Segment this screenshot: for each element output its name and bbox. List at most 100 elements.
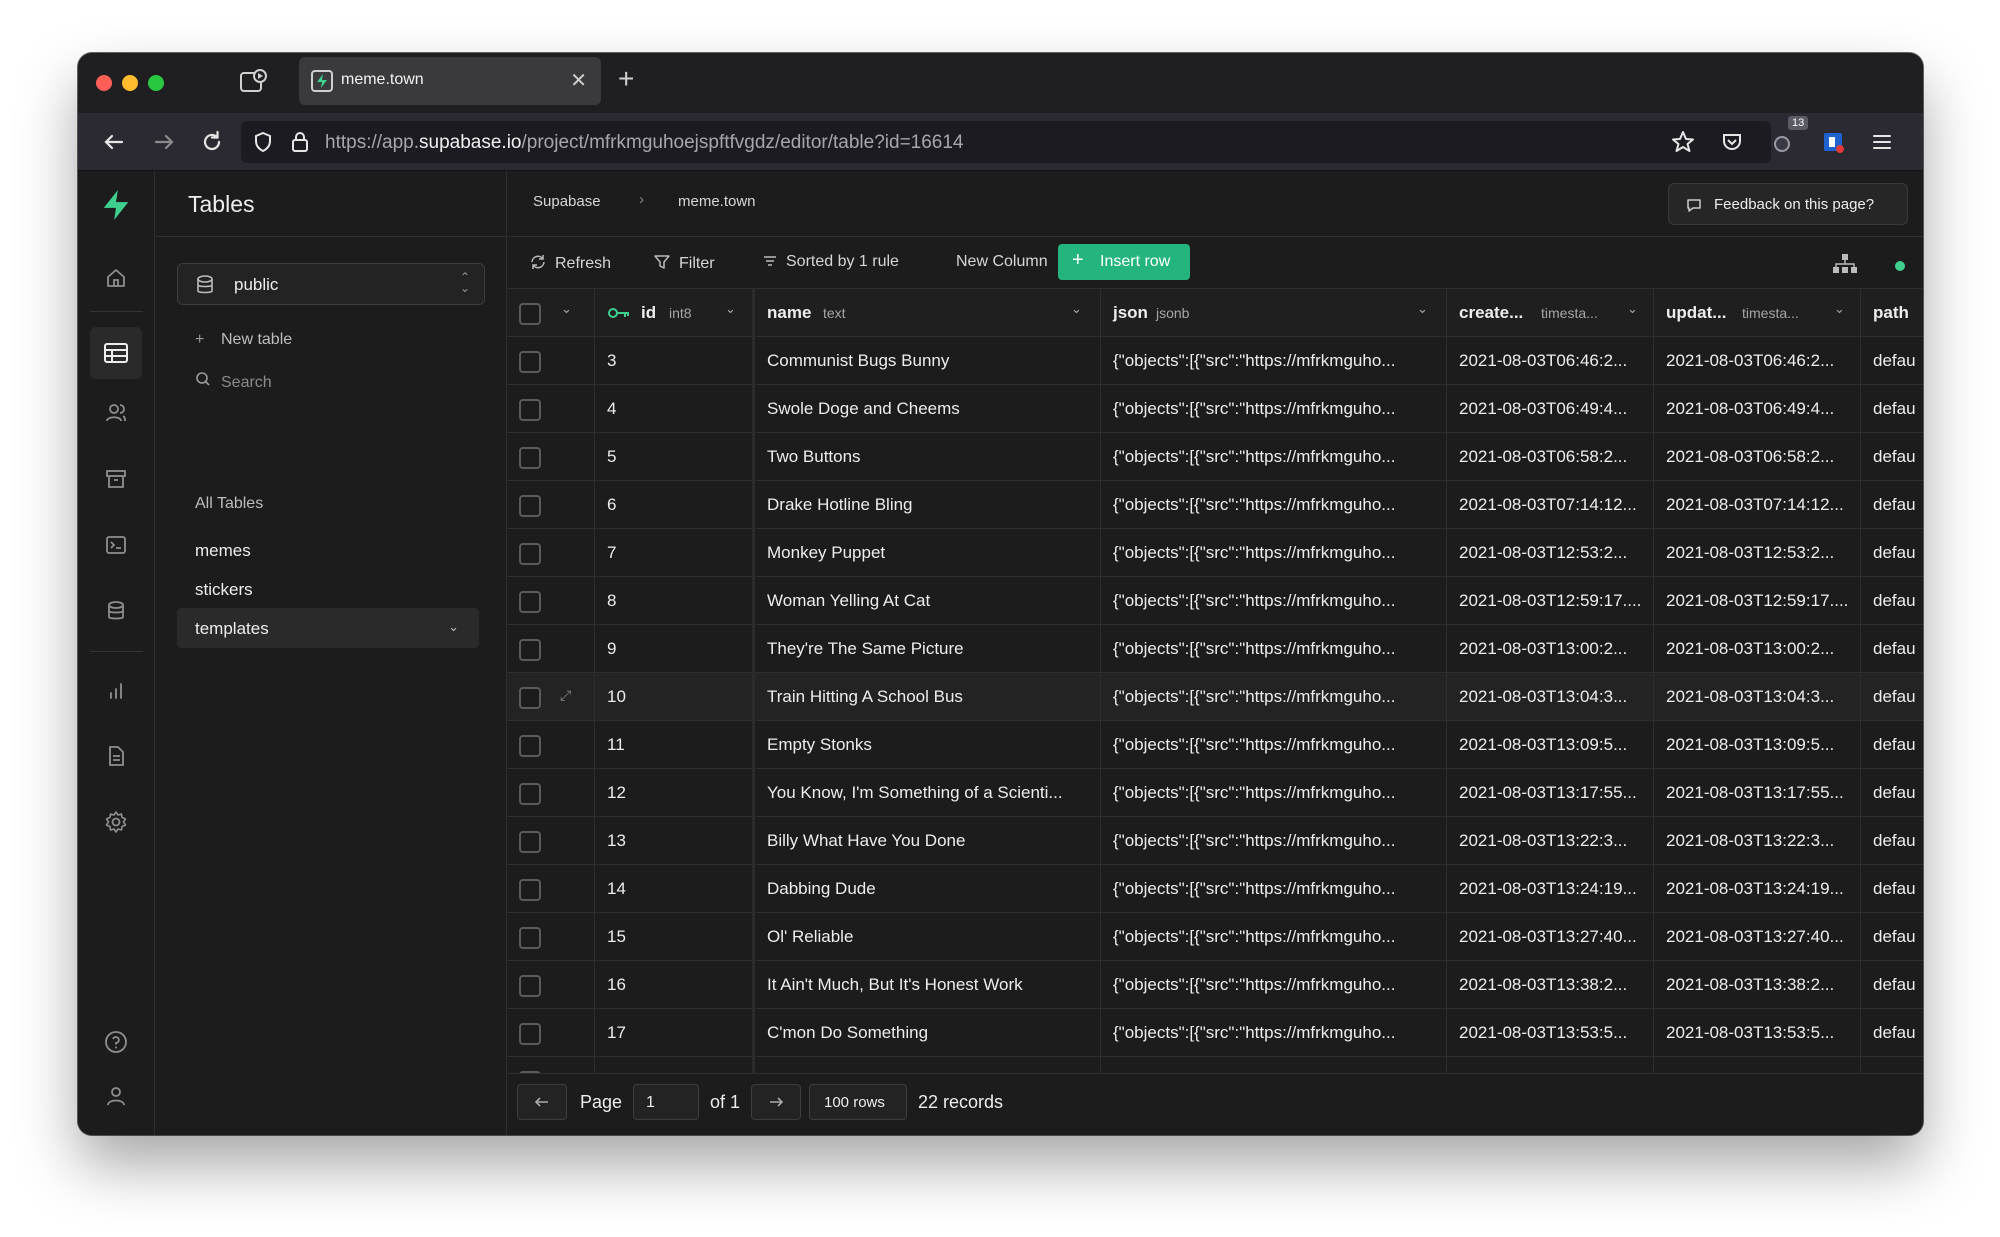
back-arrow-icon[interactable]	[100, 128, 128, 156]
cell-path[interactable]: defau	[1861, 913, 1923, 961]
cell-name[interactable]: Swole Doge and Cheems	[755, 385, 1101, 433]
column-header-path[interactable]: path	[1861, 289, 1923, 337]
password-manager-icon[interactable]	[1819, 128, 1847, 156]
help-question-icon[interactable]	[100, 1026, 132, 1058]
cell-updated[interactable]: 2021-08-03T12:53:2...	[1654, 529, 1861, 577]
table-row[interactable]: 12 You Know, I'm Something of a Scienti..…	[507, 769, 1923, 817]
cell-path[interactable]: defau	[1861, 961, 1923, 1009]
cell-name[interactable]: Empty Stonks	[755, 721, 1101, 769]
cell-updated[interactable]: 2021-08-03T13:53:5...	[1654, 1009, 1861, 1057]
table-item-memes[interactable]: memes	[177, 530, 479, 570]
chevron-down-icon[interactable]: ⌄	[1071, 301, 1082, 317]
cell-json[interactable]: {"objects":[{"src":"https://mfrkmguho...	[1101, 433, 1447, 481]
cell-path[interactable]: defau	[1861, 433, 1923, 481]
cell-created[interactable]: 2021-08-03T13:27:40...	[1447, 913, 1654, 961]
row-checkbox[interactable]	[519, 495, 541, 517]
supabase-logo-icon[interactable]	[100, 189, 132, 221]
cell-updated[interactable]: 2021-08-03T07:14:12...	[1654, 481, 1861, 529]
cell-path[interactable]: defau	[1861, 625, 1923, 673]
maximize-window-button[interactable]	[148, 75, 164, 91]
cell-updated[interactable]: 2021-08-03T13:00:2...	[1654, 625, 1861, 673]
row-checkbox[interactable]	[519, 783, 541, 805]
cell-updated[interactable]: 2021-08-03T06:46:2...	[1654, 337, 1861, 385]
settings-gear-icon[interactable]	[100, 806, 132, 838]
row-checkbox[interactable]	[519, 879, 541, 901]
chevron-down-icon[interactable]: ⌄	[1627, 301, 1638, 317]
cell-path[interactable]: defau	[1861, 481, 1923, 529]
cell-json[interactable]: {"objects":[{"src":"https://mfrkmguho...	[1101, 577, 1447, 625]
table-row[interactable]: 3 Communist Bugs Bunny {"objects":[{"src":…	[507, 337, 1923, 385]
reload-icon[interactable]	[198, 128, 226, 156]
row-checkbox[interactable]	[519, 591, 541, 613]
row-checkbox[interactable]	[519, 351, 541, 373]
minimize-window-button[interactable]	[122, 75, 138, 91]
chevron-down-icon[interactable]: ⌄	[725, 301, 736, 317]
cell-json[interactable]: {"objects":[{"src":"https://mfrkmguho...	[1101, 817, 1447, 865]
sort-button[interactable]: Sorted by 1 rule	[762, 253, 899, 271]
reports-chart-icon[interactable]	[100, 674, 132, 706]
bookmark-star-icon[interactable]	[1669, 128, 1697, 156]
cell-json[interactable]: {"objects":[{"src":"https://mfrkmguho...	[1101, 1009, 1447, 1057]
cell-created[interactable]: 2021-08-03T13:00:2...	[1447, 625, 1654, 673]
cell-name[interactable]: Drake Hotline Bling	[755, 481, 1101, 529]
picture-in-picture-icon[interactable]	[238, 67, 268, 97]
users-icon[interactable]	[100, 397, 132, 429]
cell-updated[interactable]: 2021-08-03T13:17:55...	[1654, 769, 1861, 817]
table-row[interactable]: 8 Woman Yelling At Cat {"objects":[{"src":…	[507, 577, 1923, 625]
cell-created[interactable]: 2021-08-03T13:04:3...	[1447, 673, 1654, 721]
cell-name[interactable]: Monkey Puppet	[755, 529, 1101, 577]
cell-id[interactable]: 15	[595, 913, 755, 961]
column-header-json[interactable]: json jsonb ⌄	[1101, 289, 1447, 337]
cell-id[interactable]: 7	[595, 529, 755, 577]
table-row[interactable]: 16 It Ain't Much, But It's Honest Work {"o…	[507, 961, 1923, 1009]
cell-created[interactable]: 2021-08-03T13:22:3...	[1447, 817, 1654, 865]
refresh-button[interactable]: Refresh	[529, 253, 611, 273]
hamburger-menu-icon[interactable]	[1868, 128, 1896, 156]
select-all-checkbox[interactable]	[519, 303, 541, 325]
cell-json[interactable]: {"objects":[{"src":"https://mfrkmguho...	[1101, 529, 1447, 577]
database-icon[interactable]	[100, 595, 132, 627]
address-bar[interactable]: https://app.supabase.io/project/mfrkmguh…	[241, 121, 1771, 163]
cell-json[interactable]: {"objects":[{"src":"https://mfrkmguho...	[1101, 337, 1447, 385]
cell-id[interactable]: 6	[595, 481, 755, 529]
cell-name[interactable]: Communist Bugs Bunny	[755, 337, 1101, 385]
row-checkbox[interactable]	[519, 687, 541, 709]
table-row[interactable]: 7 Monkey Puppet {"objects":[{"src":"https:…	[507, 529, 1923, 577]
row-checkbox[interactable]	[519, 831, 541, 853]
cell-id[interactable]: 14	[595, 865, 755, 913]
cell-path[interactable]: defau	[1861, 529, 1923, 577]
page-number-input[interactable]: 1	[633, 1084, 699, 1120]
cell-json[interactable]: {"objects":[{"src":"https://mfrkmguho...	[1101, 961, 1447, 1009]
cell-created[interactable]: 2021-08-03T13:17:55...	[1447, 769, 1654, 817]
column-header-name[interactable]: name text ⌄	[755, 289, 1101, 337]
cell-id[interactable]: 12	[595, 769, 755, 817]
row-checkbox[interactable]	[519, 399, 541, 421]
cell-created[interactable]: 2021-08-03T13:24:19...	[1447, 865, 1654, 913]
table-search-input[interactable]: Search	[195, 371, 272, 392]
cell-path[interactable]: defau	[1861, 817, 1923, 865]
table-row[interactable]: 9 They're The Same Picture {"objects":[{"s…	[507, 625, 1923, 673]
table-row[interactable]: 18Bernie Asking Again{"objects":[{"src":…	[507, 1057, 1923, 1073]
row-checkbox[interactable]	[519, 735, 541, 757]
schema-selector[interactable]: public ⌃ ⌄	[177, 263, 485, 305]
cell-json[interactable]: {"objects":[{"src":"https://mfrkmguho...	[1101, 865, 1447, 913]
cell-updated[interactable]: 2021-08-03T13:24:19...	[1654, 865, 1861, 913]
row-checkbox[interactable]	[519, 639, 541, 661]
rows-per-page-select[interactable]: 100 rows	[809, 1084, 907, 1120]
cell-json[interactable]: {"objects":[{"src":"https://mfrkmguho...	[1101, 625, 1447, 673]
cell-id[interactable]: 4	[595, 385, 755, 433]
cell-path[interactable]: defau	[1861, 721, 1923, 769]
cell-json[interactable]: {"objects":[{"src":"https://mfrkmguho...	[1101, 913, 1447, 961]
next-page-button[interactable]	[751, 1084, 801, 1120]
table-row[interactable]: 14 Dabbing Dude {"objects":[{"src":"https:…	[507, 865, 1923, 913]
cell-path[interactable]: defau	[1861, 673, 1923, 721]
sql-terminal-icon[interactable]	[100, 529, 132, 561]
cell-updated[interactable]: 2021-08-03T12:59:17....	[1654, 577, 1861, 625]
table-row[interactable]: ⤢ 10 Train Hitting A School Bus {"objects":…	[507, 673, 1923, 721]
cell-id[interactable]: 13	[595, 817, 755, 865]
chevron-down-icon[interactable]: ⌄	[448, 619, 459, 635]
new-tab-button[interactable]: +	[618, 63, 634, 95]
cell-name[interactable]: They're The Same Picture	[755, 625, 1101, 673]
insert-row-button[interactable]: + Insert row	[1058, 244, 1190, 280]
table-item-stickers[interactable]: stickers	[177, 569, 479, 609]
